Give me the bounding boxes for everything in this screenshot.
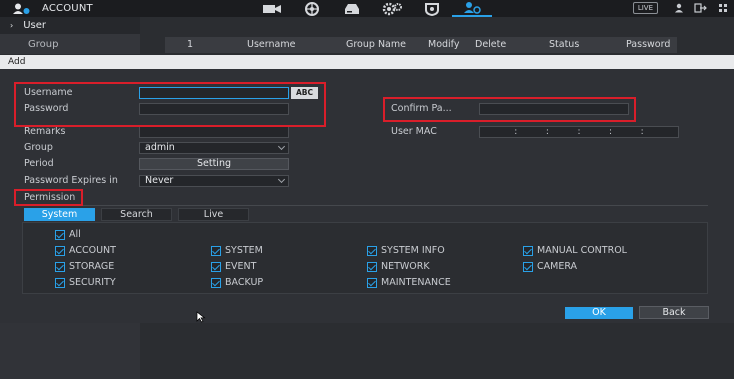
divider: [22, 205, 708, 206]
col-group-name: Group Name: [346, 39, 406, 50]
permission-network[interactable]: NETWORK: [367, 261, 430, 272]
chevron-right-icon: ›: [10, 21, 14, 30]
permission-event[interactable]: EVENT: [211, 261, 256, 272]
chevron-down-icon: [277, 142, 286, 151]
account-icon: [464, 2, 481, 14]
settings-icon: [382, 2, 402, 15]
checkbox-checked-icon: [55, 229, 65, 240]
group-label: Group: [24, 142, 53, 153]
highlight-box-credentials: [14, 82, 326, 127]
checkbox-checked-icon: [523, 245, 533, 256]
permission-system[interactable]: SYSTEM: [211, 245, 263, 256]
dialog-title: Add: [0, 55, 734, 69]
permission-storage[interactable]: STORAGE: [55, 261, 114, 272]
permission-tabs: System Search Live: [24, 208, 249, 221]
checkbox-checked-icon: [211, 261, 221, 272]
mouse-cursor-icon: [196, 311, 206, 323]
back-button[interactable]: Back: [639, 306, 709, 319]
checkbox-checked-icon: [211, 277, 221, 288]
group-select-value: admin: [145, 142, 175, 153]
sidebar-item-user[interactable]: › User: [0, 17, 140, 34]
live-button[interactable]: LIVE: [632, 2, 658, 14]
col-username: Username: [247, 39, 296, 50]
nav-network[interactable]: [292, 0, 332, 17]
nav-settings[interactable]: [372, 0, 412, 17]
checkbox-checked-icon: [367, 277, 377, 288]
sidebar-item-label: User: [23, 20, 46, 31]
checkbox-checked-icon: [55, 277, 65, 288]
user-mac-input[interactable]: :::::: [479, 126, 679, 138]
tab-live[interactable]: Live: [178, 208, 249, 221]
period-setting-button[interactable]: Setting: [139, 158, 289, 170]
top-bar: ACCOUNT LIVE: [0, 0, 734, 17]
nav-security[interactable]: [412, 0, 452, 17]
account-icon: [12, 3, 32, 15]
col-password: Password: [626, 39, 671, 50]
permission-manual-control[interactable]: MANUAL CONTROL: [523, 245, 627, 256]
period-label: Period: [24, 158, 54, 169]
permission-security[interactable]: SECURITY: [55, 277, 116, 288]
col-index: 1: [187, 39, 194, 50]
sidebar: › User Group: [0, 17, 140, 57]
permission-backup[interactable]: BACKUP: [211, 277, 263, 288]
nav-camera[interactable]: [252, 0, 292, 17]
password-expires-value: Never: [145, 175, 174, 186]
permission-maintenance[interactable]: MAINTENANCE: [367, 277, 451, 288]
checkbox-checked-icon: [211, 245, 221, 256]
highlight-box-confirm: [383, 97, 636, 122]
nav-storage[interactable]: [332, 0, 372, 17]
permission-account[interactable]: ACCOUNT: [55, 245, 116, 256]
main-nav: [252, 0, 492, 17]
permission-system-info[interactable]: SYSTEM INFO: [367, 245, 445, 256]
page-title: ACCOUNT: [42, 3, 93, 14]
security-icon: [425, 2, 439, 16]
highlight-box-permission: [14, 189, 83, 206]
tab-search[interactable]: Search: [101, 208, 172, 221]
storage-icon: [345, 3, 359, 14]
top-right-controls: LIVE: [632, 2, 728, 14]
remarks-input[interactable]: [139, 126, 289, 138]
footer-area: [0, 323, 734, 379]
checkbox-checked-icon: [55, 261, 65, 272]
nav-account[interactable]: [452, 0, 492, 17]
sidebar-item-label: Group: [28, 38, 59, 50]
checkbox-checked-icon: [367, 261, 377, 272]
remarks-label: Remarks: [24, 126, 66, 137]
permission-all[interactable]: All: [55, 229, 81, 240]
permission-panel: [22, 222, 708, 294]
chevron-down-icon: [277, 175, 286, 184]
logout-icon[interactable]: [694, 3, 708, 13]
password-expires-select[interactable]: Never: [139, 175, 289, 187]
user-table-header: 1 Username Group Name Modify Delete Stat…: [165, 37, 677, 53]
col-modify: Modify: [428, 39, 460, 50]
checkbox-checked-icon: [55, 245, 65, 256]
checkbox-checked-icon: [523, 261, 533, 272]
grid-menu-icon[interactable]: [718, 3, 728, 13]
title-area: ACCOUNT: [0, 3, 160, 15]
user-mac-label: User MAC: [391, 126, 437, 137]
col-status: Status: [549, 39, 580, 50]
permission-camera[interactable]: CAMERA: [523, 261, 577, 272]
checkbox-checked-icon: [367, 245, 377, 256]
sidebar-item-group[interactable]: Group: [0, 34, 140, 54]
ok-button[interactable]: OK: [565, 307, 633, 319]
col-delete: Delete: [475, 39, 507, 50]
network-icon: [305, 1, 319, 16]
user-icon[interactable]: [674, 3, 684, 13]
password-expires-label: Password Expires in: [24, 175, 118, 186]
group-select[interactable]: admin: [139, 142, 289, 154]
camera-icon: [263, 4, 281, 13]
tab-system[interactable]: System: [24, 208, 95, 221]
